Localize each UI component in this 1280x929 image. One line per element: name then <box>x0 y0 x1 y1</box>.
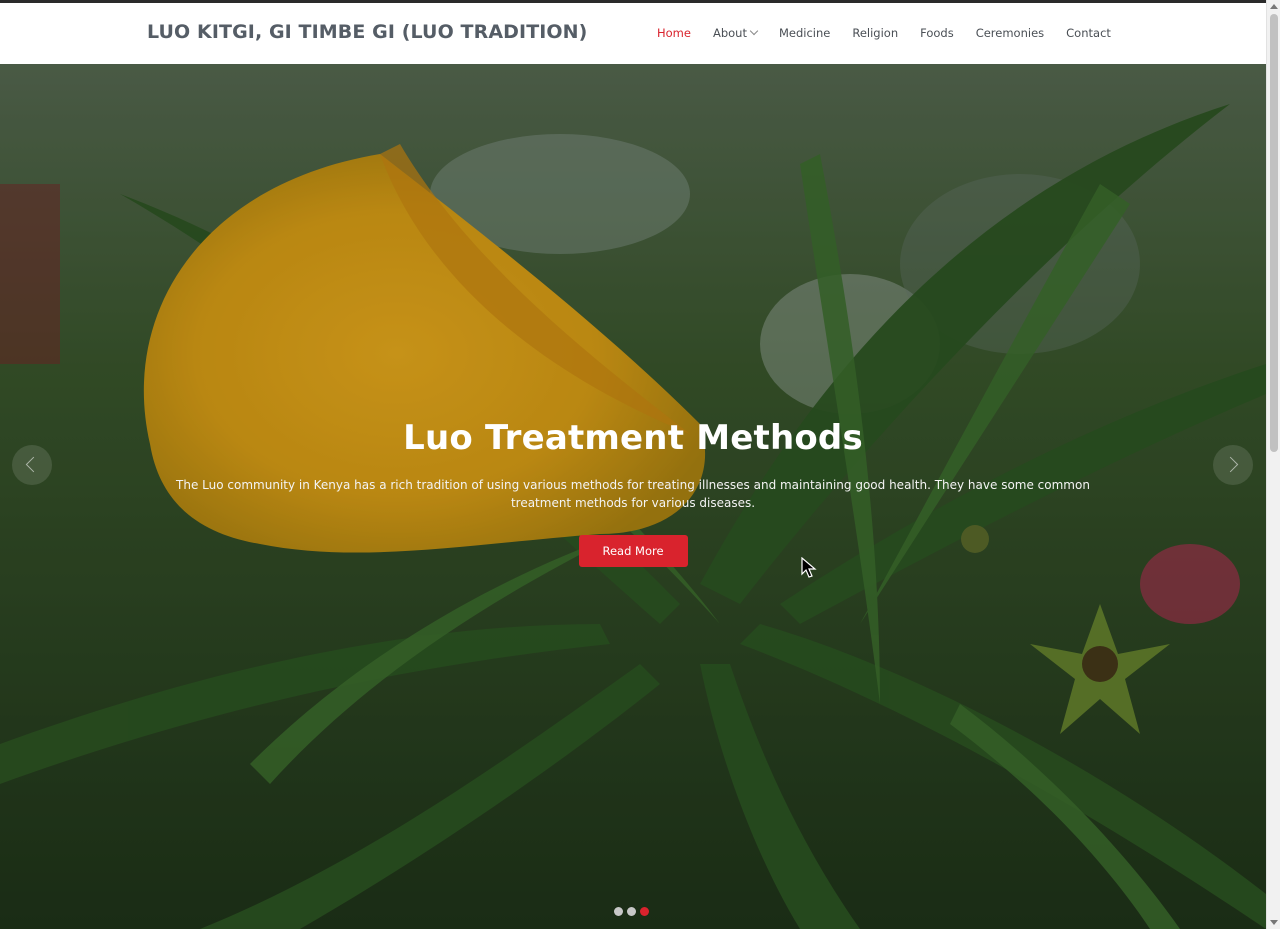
nav-item-about[interactable]: About <box>712 26 759 40</box>
scroll-up-arrow-icon[interactable] <box>1270 4 1278 9</box>
chevron-down-icon <box>749 26 759 36</box>
chevron-right-icon <box>1222 456 1239 473</box>
slider-dot-1[interactable] <box>614 907 623 916</box>
chevron-left-icon <box>25 456 42 473</box>
site-header: LUO KITGI, GI TIMBE GI (LUO TRADITION) H… <box>0 3 1266 64</box>
nav-item-label: Ceremonies <box>975 26 1045 40</box>
hero-caption: Luo Treatment Methods The Luo community … <box>150 418 1116 567</box>
nav-item-foods[interactable]: Foods <box>920 26 954 40</box>
nav-item-label: Foods <box>920 26 954 40</box>
page-scrollbar[interactable] <box>1266 0 1280 929</box>
scroll-thumb[interactable] <box>1270 14 1278 452</box>
mouse-cursor-icon <box>801 557 817 578</box>
slider-indicators <box>614 907 653 916</box>
site-logo[interactable]: LUO KITGI, GI TIMBE GI (LUO TRADITION) <box>147 21 587 43</box>
nav-item-label: Medicine <box>778 26 831 40</box>
slider-dot-3[interactable] <box>640 907 649 916</box>
read-more-button[interactable]: Read More <box>578 535 688 567</box>
nav-item-ceremonies[interactable]: Ceremonies <box>976 26 1044 40</box>
nav-item-label: Religion <box>852 26 899 40</box>
slider-prev-button[interactable] <box>12 445 52 485</box>
hero-slider: Luo Treatment Methods The Luo community … <box>0 64 1266 929</box>
nav-item-religion[interactable]: Religion <box>852 26 898 40</box>
slider-next-button[interactable] <box>1213 445 1253 485</box>
hero-description: The Luo community in Kenya has a rich tr… <box>176 478 1090 510</box>
nav-item-contact[interactable]: Contact <box>1066 26 1111 40</box>
nav-item-label: About <box>712 26 747 40</box>
nav-item-home[interactable]: Home <box>657 26 691 40</box>
main-nav: Home About Medicine Religion Foods Cerem… <box>657 26 1133 40</box>
nav-item-label: Contact <box>1066 26 1111 40</box>
slider-dot-2[interactable] <box>627 907 636 916</box>
nav-item-label: Home <box>657 26 691 40</box>
hero-heading: Luo Treatment Methods <box>403 418 863 458</box>
nav-item-medicine[interactable]: Medicine <box>779 26 830 40</box>
scroll-down-arrow-icon[interactable] <box>1270 920 1278 925</box>
